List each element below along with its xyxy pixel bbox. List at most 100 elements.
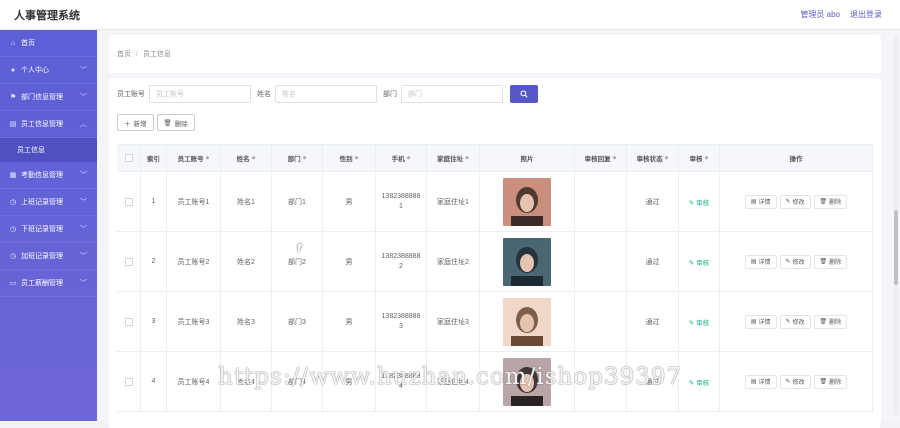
employee-photo[interactable] xyxy=(503,237,551,286)
batch-delete-button[interactable]: 🗑 删除 xyxy=(156,114,195,131)
cell-address: 家庭住址3 xyxy=(427,292,480,351)
detail-button[interactable]: ▤ 详情 xyxy=(744,314,777,329)
column-header[interactable]: 审核回复 ◆ xyxy=(575,145,627,171)
employee-photo[interactable] xyxy=(503,177,551,226)
sidebar-subitem-employee-info[interactable]: 员工信息 xyxy=(0,138,97,162)
column-header[interactable]: 性别 ◆ xyxy=(323,145,376,171)
delete-button[interactable]: 🗑 删除 xyxy=(813,254,848,269)
sort-icon[interactable]: ◆ xyxy=(407,155,411,161)
sidebar-item-5[interactable]: ◷ 上班记录管理 ﹀ xyxy=(0,189,97,216)
employee-photo[interactable] xyxy=(503,297,551,346)
mouse-cursor xyxy=(298,244,306,253)
top-header: 人事管理系统 管理员 abo 退出登录 xyxy=(0,0,900,30)
detail-button-label: 详情 xyxy=(758,200,771,206)
audit-link[interactable]: ✎ 审核 xyxy=(689,317,709,327)
delete-label: 删除 xyxy=(174,120,188,128)
audit-link[interactable]: ✎ 审核 xyxy=(689,197,709,207)
sidebar-item-label: 员工薪酬管理 xyxy=(21,280,63,287)
logout-link[interactable]: 退出登录 xyxy=(850,9,882,20)
edit-icon: ✎ xyxy=(785,259,791,265)
row-select[interactable] xyxy=(117,292,141,351)
row-checkbox[interactable] xyxy=(124,257,133,266)
cell-gender: 男 xyxy=(323,292,376,351)
edit-button[interactable]: ✎ 修改 xyxy=(779,254,811,269)
add-button[interactable]: ＋ 新增 xyxy=(117,114,154,131)
action-buttons: ▤ 详情 ✎ 修改 🗑 删除 xyxy=(744,194,848,209)
sidebar-item-3[interactable]: ▤ 员工信息管理 ︿ xyxy=(0,111,97,138)
sort-icon[interactable]: ◆ xyxy=(613,155,617,161)
scrollbar-thumb[interactable] xyxy=(894,210,898,285)
scrollbar[interactable] xyxy=(894,35,898,415)
row-checkbox[interactable] xyxy=(124,317,133,326)
edit-icon: ✎ xyxy=(785,379,791,385)
sidebar-item-4[interactable]: ▦ 考勤信息管理 ﹀ xyxy=(0,162,97,189)
column-header[interactable]: 审核 ◆ xyxy=(679,145,720,171)
cell-audit: ✎ 审核 xyxy=(679,232,720,291)
sort-icon[interactable]: ◆ xyxy=(303,155,307,161)
plus-icon: ＋ xyxy=(124,120,131,128)
cell-address: 家庭住址1 xyxy=(427,172,480,231)
delete-button[interactable]: 🗑 删除 xyxy=(813,314,848,329)
audit-label: 审核 xyxy=(696,379,710,387)
search-icon xyxy=(520,90,528,98)
audit-link[interactable]: ✎ 审核 xyxy=(689,257,709,267)
name-input[interactable]: 姓名 xyxy=(275,85,377,103)
audit-link[interactable]: ✎ 审核 xyxy=(689,377,709,387)
sidebar-item-2[interactable]: ⚑ 部门信息管理 ﹀ xyxy=(0,84,97,111)
delete-button[interactable]: 🗑 删除 xyxy=(813,374,848,389)
dept-input[interactable]: 部门 xyxy=(401,85,503,103)
edit-button[interactable]: ✎ 修改 xyxy=(779,194,811,209)
row-select[interactable] xyxy=(117,352,141,411)
sidebar-item-0[interactable]: ⌂ 首页 xyxy=(0,30,97,57)
trash-icon: 🗑 xyxy=(819,199,828,205)
breadcrumb-current: 员工信息 xyxy=(142,51,171,58)
clock-icon: ◷ xyxy=(9,226,17,233)
detail-button[interactable]: ▤ 详情 xyxy=(744,254,777,269)
column-header[interactable]: 姓名 ◆ xyxy=(221,145,272,171)
cell-status: 通过 xyxy=(627,292,679,351)
sort-icon[interactable]: ◆ xyxy=(465,155,469,161)
column-header-label: 手机 xyxy=(391,156,405,163)
emp-no-label: 员工账号 xyxy=(117,91,145,98)
sort-icon[interactable]: ◆ xyxy=(665,155,669,161)
search-button[interactable] xyxy=(510,85,538,103)
column-header[interactable]: 家庭住址 ◆ xyxy=(427,145,480,171)
edit-button-label: 修改 xyxy=(792,200,805,206)
delete-button[interactable]: 🗑 删除 xyxy=(813,194,848,209)
edit-button[interactable]: ✎ 修改 xyxy=(779,374,811,389)
cell-name: 姓名3 xyxy=(221,292,272,351)
row-checkbox[interactable] xyxy=(124,377,133,386)
sort-icon[interactable]: ◆ xyxy=(252,155,256,161)
row-select[interactable] xyxy=(117,172,141,231)
current-user[interactable]: 管理员 abo xyxy=(800,9,840,20)
sidebar-item-7[interactable]: ◷ 加班记录管理 ﹀ xyxy=(0,243,97,270)
detail-button[interactable]: ▤ 详情 xyxy=(744,374,777,389)
header-select-all[interactable] xyxy=(117,145,141,171)
cell-name: 姓名2 xyxy=(221,232,272,291)
row-select[interactable] xyxy=(117,232,141,291)
column-header[interactable]: 部门 ◆ xyxy=(272,145,323,171)
sort-icon[interactable]: ◆ xyxy=(705,155,709,161)
column-header-label: 照片 xyxy=(520,156,534,163)
row-checkbox[interactable] xyxy=(124,197,133,206)
sidebar-item-1[interactable]: ● 个人中心 ﹀ xyxy=(0,57,97,84)
cell-audit: ✎ 审核 xyxy=(679,172,720,231)
sort-icon[interactable]: ◆ xyxy=(206,155,210,161)
edit-button-label: 修改 xyxy=(792,320,805,326)
cell-actions: ▤ 详情 ✎ 修改 🗑 删除 xyxy=(720,352,873,411)
column-header[interactable]: 审核状态 ◆ xyxy=(627,145,679,171)
breadcrumb-home[interactable]: 首页 xyxy=(117,49,131,59)
sidebar-item-8[interactable]: ▭ 员工薪酬管理 ﹀ xyxy=(0,270,97,297)
phone-line-2: 3 xyxy=(399,322,403,330)
column-header[interactable]: 手机 ◆ xyxy=(376,145,427,171)
sort-icon[interactable]: ◆ xyxy=(355,155,359,161)
detail-button[interactable]: ▤ 详情 xyxy=(744,194,777,209)
sidebar-item-label: 首页 xyxy=(21,40,35,47)
emp-no-input[interactable]: 员工账号 xyxy=(149,85,251,103)
audit-label: 审核 xyxy=(696,199,710,207)
edit-button[interactable]: ✎ 修改 xyxy=(779,314,811,329)
column-header[interactable]: 员工账号 ◆ xyxy=(167,145,221,171)
sidebar-item-6[interactable]: ◷ 下班记录管理 ﹀ xyxy=(0,216,97,243)
select-all-checkbox[interactable] xyxy=(124,154,133,162)
cell-audit: ✎ 审核 xyxy=(679,292,720,351)
